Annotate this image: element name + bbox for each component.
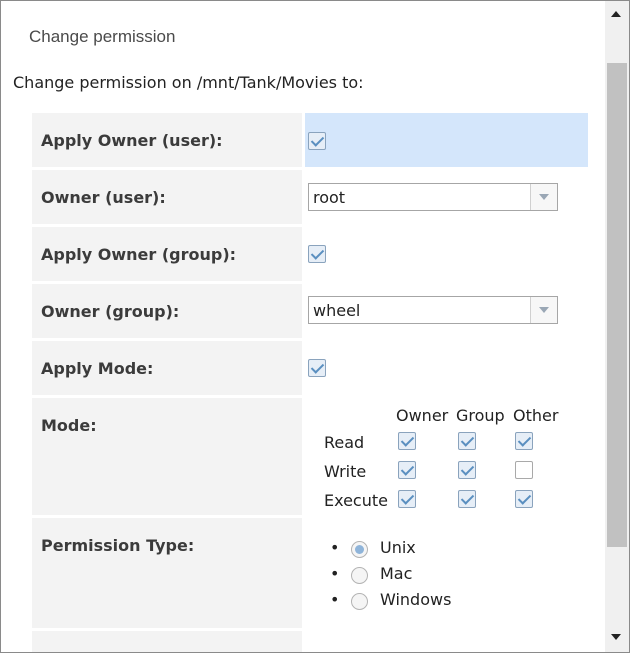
change-permission-dialog: Change permission Change permission on /… — [0, 0, 630, 653]
mode-execute-owner-checkbox[interactable] — [398, 490, 416, 508]
row-mode: Mode: Owner Group Other Read Write Execu… — [32, 398, 588, 515]
chevron-down-icon[interactable] — [530, 297, 557, 323]
intro-text: Change permission on /mnt/Tank/Movies to… — [13, 73, 364, 92]
row-apply-owner-user: Apply Owner (user): — [32, 113, 588, 167]
apply-mode-checkbox[interactable] — [308, 359, 326, 377]
mode-write-owner-checkbox[interactable] — [398, 461, 416, 479]
chevron-down-icon[interactable] — [530, 184, 557, 210]
owner-user-select[interactable]: root — [308, 183, 558, 211]
radio-mac[interactable] — [351, 567, 368, 584]
apply-owner-group-label: Apply Owner (group): — [32, 227, 302, 281]
mode-label: Mode: — [32, 398, 302, 515]
permission-type-label: Permission Type: — [32, 518, 302, 628]
apply-owner-user-label: Apply Owner (user): — [32, 113, 302, 167]
next-row-label — [32, 631, 302, 652]
radio-unix-label: Unix — [380, 538, 416, 557]
mode-execute-other-checkbox[interactable] — [515, 490, 533, 508]
mode-read-group-checkbox[interactable] — [458, 432, 476, 450]
radio-windows-label: Windows — [380, 590, 452, 609]
scroll-up-icon[interactable] — [611, 11, 621, 17]
row-apply-mode: Apply Mode: — [32, 341, 588, 395]
bullet: • — [330, 564, 340, 583]
scroll-down-icon[interactable] — [611, 634, 621, 640]
radio-unix[interactable] — [351, 541, 368, 558]
mode-row-write: Write — [324, 462, 367, 481]
permission-form: Apply Owner (user): Owner (user): root A… — [32, 113, 588, 652]
owner-user-value: root — [313, 188, 346, 207]
mode-execute-group-checkbox[interactable] — [458, 490, 476, 508]
mode-col-group: Group — [456, 406, 505, 425]
owner-group-label: Owner (group): — [32, 284, 302, 338]
radio-mac-label: Mac — [380, 564, 413, 583]
row-permission-type: Permission Type: • Unix • Mac • Windows — [32, 518, 588, 628]
apply-mode-label: Apply Mode: — [32, 341, 302, 395]
mode-read-owner-checkbox[interactable] — [398, 432, 416, 450]
mode-row-execute: Execute — [324, 491, 388, 510]
bullet: • — [330, 538, 340, 557]
mode-write-other-checkbox[interactable] — [515, 461, 533, 479]
bullet: • — [330, 590, 340, 609]
row-owner-group: Owner (group): wheel — [32, 284, 588, 338]
mode-col-other: Other — [513, 406, 559, 425]
mode-read-other-checkbox[interactable] — [515, 432, 533, 450]
owner-group-select[interactable]: wheel — [308, 296, 558, 324]
mode-write-group-checkbox[interactable] — [458, 461, 476, 479]
scrollbar-thumb[interactable] — [607, 63, 627, 547]
radio-windows[interactable] — [351, 593, 368, 610]
apply-owner-user-checkbox[interactable] — [308, 132, 326, 150]
row-next-partial — [32, 631, 588, 652]
owner-user-label: Owner (user): — [32, 170, 302, 224]
row-apply-owner-group: Apply Owner (group): — [32, 227, 588, 281]
mode-col-owner: Owner — [396, 406, 449, 425]
mode-row-read: Read — [324, 433, 365, 452]
vertical-scrollbar[interactable] — [605, 1, 629, 652]
dialog-title: Change permission — [29, 27, 176, 46]
owner-group-value: wheel — [313, 301, 361, 320]
row-owner-user: Owner (user): root — [32, 170, 588, 224]
apply-owner-group-checkbox[interactable] — [308, 245, 326, 263]
